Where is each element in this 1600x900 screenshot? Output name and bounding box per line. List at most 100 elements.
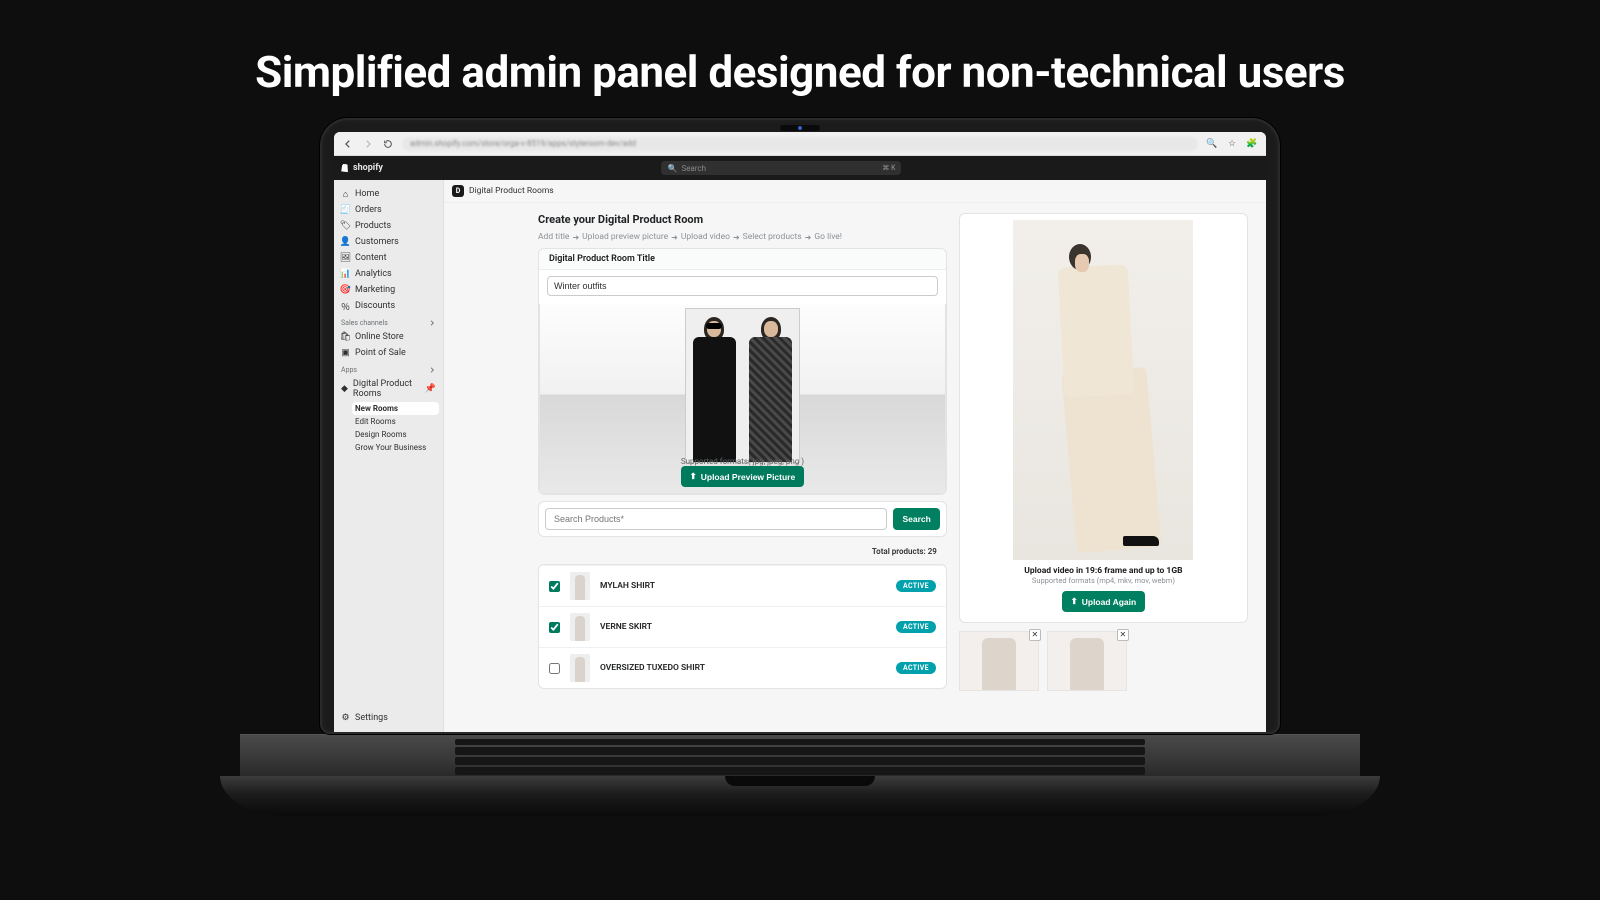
chevron-right-icon[interactable] — [428, 366, 436, 374]
status-badge: ACTIVE — [896, 662, 936, 674]
upload-icon: ⬆ — [690, 471, 697, 482]
sidebar-item-app[interactable]: ◆ Digital Product Rooms 📌 — [338, 376, 439, 402]
sidebar-item-design-rooms[interactable]: Design Rooms — [352, 428, 439, 441]
sidebar-item-products[interactable]: 🏷Products — [338, 218, 439, 234]
upload-icon: ⬆ — [1071, 596, 1078, 607]
back-icon[interactable] — [342, 138, 354, 150]
product-checkbox[interactable] — [549, 581, 560, 592]
product-list: MYLAH SHIRT ACTIVE VERNE SKIRT ACTIVE — [538, 564, 947, 689]
browser-toolbar: admin.shopify.com/store/orga-v-8519/apps… — [334, 132, 1266, 156]
chevron-right-icon[interactable] — [428, 319, 436, 327]
sidebar-item-home[interactable]: ⌂Home — [338, 186, 439, 202]
product-row[interactable]: VERNE SKIRT ACTIVE — [539, 606, 946, 647]
home-icon: ⌂ — [341, 190, 350, 199]
selected-product-thumb: ✕ — [959, 631, 1039, 691]
sidebar-item-pos[interactable]: ▣Point of Sale — [338, 345, 439, 361]
screen: admin.shopify.com/store/orga-v-8519/apps… — [334, 132, 1266, 732]
remove-thumb-button[interactable]: ✕ — [1029, 629, 1041, 641]
selected-products-thumbs: ✕ ✕ — [959, 631, 1248, 691]
search-placeholder: Search — [681, 164, 706, 173]
sidebar-item-analytics[interactable]: 📊Analytics — [338, 266, 439, 282]
discounts-icon: ％ — [341, 302, 350, 311]
title-card: Digital Product Room Title Supported for… — [538, 248, 947, 495]
store-icon: 🛍 — [341, 333, 350, 342]
sales-channels-heading: Sales channels — [341, 319, 436, 327]
zoom-icon[interactable]: 🔍 — [1206, 138, 1218, 150]
search-button[interactable]: Search — [893, 508, 939, 530]
sidebar-item-settings[interactable]: ⚙Settings — [338, 710, 439, 726]
shopify-topbar: shopify 🔍 Search ⌘ K — [334, 156, 1266, 180]
remove-thumb-button[interactable]: ✕ — [1117, 629, 1129, 641]
wizard-steps: Add title➜ Upload preview picture➜ Uploa… — [538, 232, 947, 242]
product-thumbnail — [570, 654, 590, 682]
main-content: D Digital Product Rooms Create your Digi… — [444, 180, 1266, 732]
sidebar: ⌂Home 🧾Orders 🏷Products 👤Customers 🖼Cont… — [334, 180, 444, 732]
sidebar-item-customers[interactable]: 👤Customers — [338, 234, 439, 250]
upload-again-button[interactable]: ⬆ Upload Again — [1062, 591, 1146, 612]
sidebar-item-new-rooms[interactable]: New Rooms — [352, 402, 439, 415]
status-badge: ACTIVE — [896, 580, 936, 592]
room-title-input[interactable] — [547, 276, 938, 296]
product-checkbox[interactable] — [549, 663, 560, 674]
arrow-icon: ➜ — [733, 233, 740, 242]
product-checkbox[interactable] — [549, 622, 560, 633]
sidebar-item-marketing[interactable]: 🎯Marketing — [338, 282, 439, 298]
arrow-icon: ➜ — [572, 233, 579, 242]
admin-layout: ⌂Home 🧾Orders 🏷Products 👤Customers 🖼Cont… — [334, 180, 1266, 732]
hero-title: Simplified admin panel designed for non-… — [0, 46, 1600, 98]
product-name: VERNE SKIRT — [600, 622, 886, 632]
laptop-keyboard — [240, 734, 1360, 776]
video-upload-card: Upload video in 19:6 frame and up to 1GB… — [959, 213, 1248, 623]
selected-product-thumb: ✕ — [1047, 631, 1127, 691]
status-badge: ACTIVE — [896, 621, 936, 633]
title-label: Digital Product Room Title — [539, 249, 946, 270]
laptop-camera — [780, 125, 820, 131]
page-title: Create your Digital Product Room — [538, 213, 947, 226]
star-icon[interactable]: ☆ — [1226, 138, 1238, 150]
video-supported-formats: Supported formats (mp4, mkv, mov, webm) — [968, 576, 1239, 585]
global-search[interactable]: 🔍 Search ⌘ K — [661, 161, 901, 175]
product-name: MYLAH SHIRT — [600, 581, 886, 591]
marketing-icon: 🎯 — [341, 286, 350, 295]
upload-preview-button[interactable]: ⬆ Upload Preview Picture — [681, 466, 805, 487]
breadcrumb: D Digital Product Rooms — [444, 180, 1266, 203]
sidebar-item-grow[interactable]: Grow Your Business — [352, 441, 439, 454]
apps-heading: Apps — [341, 366, 436, 374]
laptop-base — [220, 776, 1380, 816]
laptop-mockup: admin.shopify.com/store/orga-v-8519/apps… — [320, 118, 1280, 816]
products-icon: 🏷 — [341, 222, 350, 231]
shopify-logo[interactable]: shopify — [340, 163, 383, 173]
url-bar[interactable]: admin.shopify.com/store/orga-v-8519/apps… — [402, 137, 1198, 151]
product-row[interactable]: OVERSIZED TUXEDO SHIRT ACTIVE — [539, 647, 946, 688]
analytics-icon: 📊 — [341, 270, 350, 279]
sidebar-item-content[interactable]: 🖼Content — [338, 250, 439, 266]
breadcrumb-app: Digital Product Rooms — [469, 186, 554, 196]
sidebar-item-online-store[interactable]: 🛍Online Store — [338, 329, 439, 345]
sidebar-item-discounts[interactable]: ％Discounts — [338, 298, 439, 314]
pos-icon: ▣ — [341, 349, 350, 358]
pin-icon[interactable]: 📌 — [425, 384, 436, 394]
app-icon: ◆ — [341, 385, 348, 394]
forward-icon[interactable] — [362, 138, 374, 150]
arrow-icon: ➜ — [671, 233, 678, 242]
preview-supported-formats: Supported formats( jpg, jpeg, png ) — [540, 457, 945, 466]
preview-image — [685, 308, 800, 463]
sidebar-item-edit-rooms[interactable]: Edit Rooms — [352, 415, 439, 428]
product-thumbnail — [570, 572, 590, 600]
video-preview — [1013, 220, 1193, 560]
search-shortcut: ⌘ K — [882, 164, 895, 172]
content-icon: 🖼 — [341, 254, 350, 263]
gear-icon: ⚙ — [341, 714, 350, 723]
search-icon: 🔍 — [667, 164, 677, 173]
customers-icon: 👤 — [341, 238, 350, 247]
product-search-input[interactable] — [545, 508, 887, 530]
extensions-icon[interactable]: 🧩 — [1246, 138, 1258, 150]
product-thumbnail — [570, 613, 590, 641]
preview-area: Supported formats( jpg, jpeg, png ) ⬆ Up… — [539, 304, 946, 494]
video-upload-title: Upload video in 19:6 frame and up to 1GB — [968, 566, 1239, 576]
sidebar-item-orders[interactable]: 🧾Orders — [338, 202, 439, 218]
product-row[interactable]: MYLAH SHIRT ACTIVE — [539, 565, 946, 606]
arrow-icon: ➜ — [805, 233, 812, 242]
reload-icon[interactable] — [382, 138, 394, 150]
total-products: Total products: 29 — [538, 543, 947, 558]
